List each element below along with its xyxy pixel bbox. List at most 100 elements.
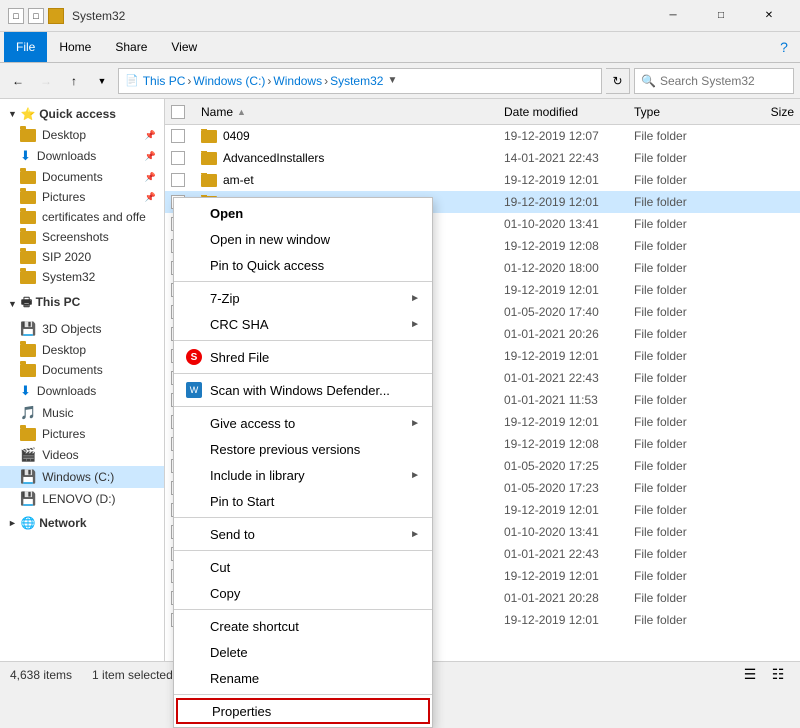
sidebar-item-desktop2[interactable]: Desktop (0, 340, 164, 360)
tab-file[interactable]: File (4, 32, 47, 62)
context-menu-item-send-to[interactable]: Send to ► (174, 521, 432, 547)
tab-share[interactable]: Share (103, 32, 159, 62)
context-menu-item-properties[interactable]: Properties (176, 698, 430, 724)
close-button[interactable]: ✕ (746, 0, 792, 32)
context-menu-item-crcsha[interactable]: CRC SHA► (174, 311, 432, 337)
tab-home[interactable]: Home (47, 32, 103, 62)
search-input[interactable] (660, 74, 787, 88)
ctx-item-label: Include in library (210, 468, 305, 483)
header-type[interactable]: Type (634, 105, 734, 119)
context-menu-item-scan[interactable]: WScan with Windows Defender... (174, 377, 432, 403)
breadcrumb-system32[interactable]: System32 (330, 74, 383, 88)
context-menu-item-restore[interactable]: Restore previous versions (174, 436, 432, 462)
sidebar-item-label: Screenshots (42, 230, 109, 244)
context-menu-item-include-library[interactable]: Include in library► (174, 462, 432, 488)
sidebar-item-windowsc[interactable]: 💾 Windows (C:) (0, 466, 164, 488)
search-box[interactable]: 🔍 (634, 68, 794, 94)
context-menu-item-shred[interactable]: SShred File (174, 344, 432, 370)
sidebar-item-documents[interactable]: Documents 📌 (0, 167, 164, 187)
recent-button[interactable]: ▼ (90, 69, 114, 93)
ctx-item-label: Open in new window (210, 232, 330, 247)
row-date: 19-12-2019 12:01 (504, 195, 634, 209)
header-size[interactable]: Size (734, 105, 794, 119)
header-name[interactable]: Name ▲ (197, 105, 504, 119)
context-menu-item-copy[interactable]: Copy (174, 580, 432, 606)
context-menu-item-create-shortcut[interactable]: Create shortcut (174, 613, 432, 639)
list-view-button[interactable]: ☰ (738, 663, 762, 687)
sidebar-item-music[interactable]: 🎵 Music (0, 402, 164, 424)
sidebar-item-label: Videos (42, 448, 78, 462)
sidebar-item-downloads[interactable]: ⬇ Downloads 📌 (0, 145, 164, 167)
ctx-item-label: Cut (210, 560, 230, 575)
row-type: File folder (634, 195, 734, 209)
sidebar-header-thispc[interactable]: ▼ 🖶 This PC (0, 289, 164, 318)
sidebar-item-desktop[interactable]: Desktop 📌 (0, 125, 164, 145)
breadcrumb-thispc[interactable]: This PC (143, 74, 186, 88)
sidebar-item-label: certificates and offe (42, 210, 146, 224)
row-type: File folder (634, 151, 734, 165)
row-check[interactable] (171, 173, 197, 187)
grid-view-button[interactable]: ☷ (766, 663, 790, 687)
address-box[interactable]: 📄 This PC › Windows (C:) › Windows › Sys… (118, 68, 602, 94)
item-count: 4,638 items (10, 668, 72, 682)
sidebar-item-downloads2[interactable]: ⬇ Downloads (0, 380, 164, 402)
context-menu-item-open[interactable]: Open (174, 200, 432, 226)
minimize-button[interactable]: ─ (650, 0, 696, 32)
row-checkbox[interactable] (171, 151, 185, 165)
table-row[interactable]: 0409 19-12-2019 12:07 File folder (165, 125, 800, 147)
context-menu-item-open-new-window[interactable]: Open in new window (174, 226, 432, 252)
sidebar-item-documents2[interactable]: Documents (0, 360, 164, 380)
row-type: File folder (634, 283, 734, 297)
address-dropdown-icon[interactable]: ▼ (387, 75, 397, 86)
context-menu-item-delete[interactable]: Delete (174, 639, 432, 665)
ctx-item-label: Properties (212, 704, 271, 719)
context-menu-item-give-access[interactable]: Give access to► (174, 410, 432, 436)
maximize-button[interactable]: □ (698, 0, 744, 32)
table-row[interactable]: AdvancedInstallers 14-01-2021 22:43 File… (165, 147, 800, 169)
title-icon-2: □ (28, 8, 44, 24)
ribbon: File Home Share View ? (0, 32, 800, 63)
row-date: 01-05-2020 17:40 (504, 305, 634, 319)
sidebar-item-sip2020[interactable]: SIP 2020 (0, 247, 164, 267)
context-menu-separator (174, 517, 432, 518)
help-button[interactable]: ? (772, 35, 796, 59)
context-menu-item-cut[interactable]: Cut (174, 554, 432, 580)
breadcrumb-windows2[interactable]: Windows (273, 74, 322, 88)
sidebar-item-3dobjects[interactable]: 💾 3D Objects (0, 318, 164, 340)
header-check[interactable] (171, 105, 197, 119)
row-date: 01-10-2020 13:41 (504, 525, 634, 539)
drive-icon: 💾 (20, 491, 36, 507)
up-button[interactable]: ↑ (62, 69, 86, 93)
row-checkbox[interactable] (171, 129, 185, 143)
breadcrumb-windows[interactable]: Windows (C:) (193, 74, 265, 88)
sidebar-item-lenovod[interactable]: 💾 LENOVO (D:) (0, 488, 164, 510)
context-menu-item-pin-quick-access[interactable]: Pin to Quick access (174, 252, 432, 278)
ctx-item-label: Send to (210, 527, 255, 542)
chevron-down-icon: ▼ (8, 299, 17, 309)
row-check[interactable] (171, 129, 197, 143)
ctx-icon (186, 644, 202, 660)
tab-view[interactable]: View (159, 32, 209, 62)
select-all-checkbox[interactable] (171, 105, 185, 119)
refresh-button[interactable]: ↻ (606, 68, 630, 94)
sidebar-item-system32[interactable]: System32 (0, 267, 164, 287)
row-check[interactable] (171, 151, 197, 165)
submenu-arrow-icon: ► (410, 529, 420, 540)
back-button[interactable]: ← (6, 69, 30, 93)
sidebar-item-certs[interactable]: certificates and offe (0, 207, 164, 227)
table-row[interactable]: am-et 19-12-2019 12:01 File folder (165, 169, 800, 191)
sidebar-item-pictures[interactable]: Pictures 📌 (0, 187, 164, 207)
sidebar-header-quickaccess[interactable]: ▼ ⭐ Quick access (0, 103, 164, 125)
row-name-label: am-et (223, 173, 254, 187)
forward-button[interactable]: → (34, 69, 58, 93)
context-menu-item-7zip[interactable]: 7-Zip► (174, 285, 432, 311)
sidebar-header-network[interactable]: ► 🌐 Network (0, 512, 164, 534)
row-checkbox[interactable] (171, 173, 185, 187)
sidebar-item-screenshots[interactable]: Screenshots (0, 227, 164, 247)
sidebar-item-pictures2[interactable]: Pictures (0, 424, 164, 444)
sidebar-item-videos[interactable]: 🎬 Videos (0, 444, 164, 466)
context-menu-item-rename[interactable]: Rename (174, 665, 432, 691)
header-date[interactable]: Date modified (504, 105, 634, 119)
context-menu-item-pin-start[interactable]: Pin to Start (174, 488, 432, 514)
shred-icon: S (186, 349, 202, 365)
